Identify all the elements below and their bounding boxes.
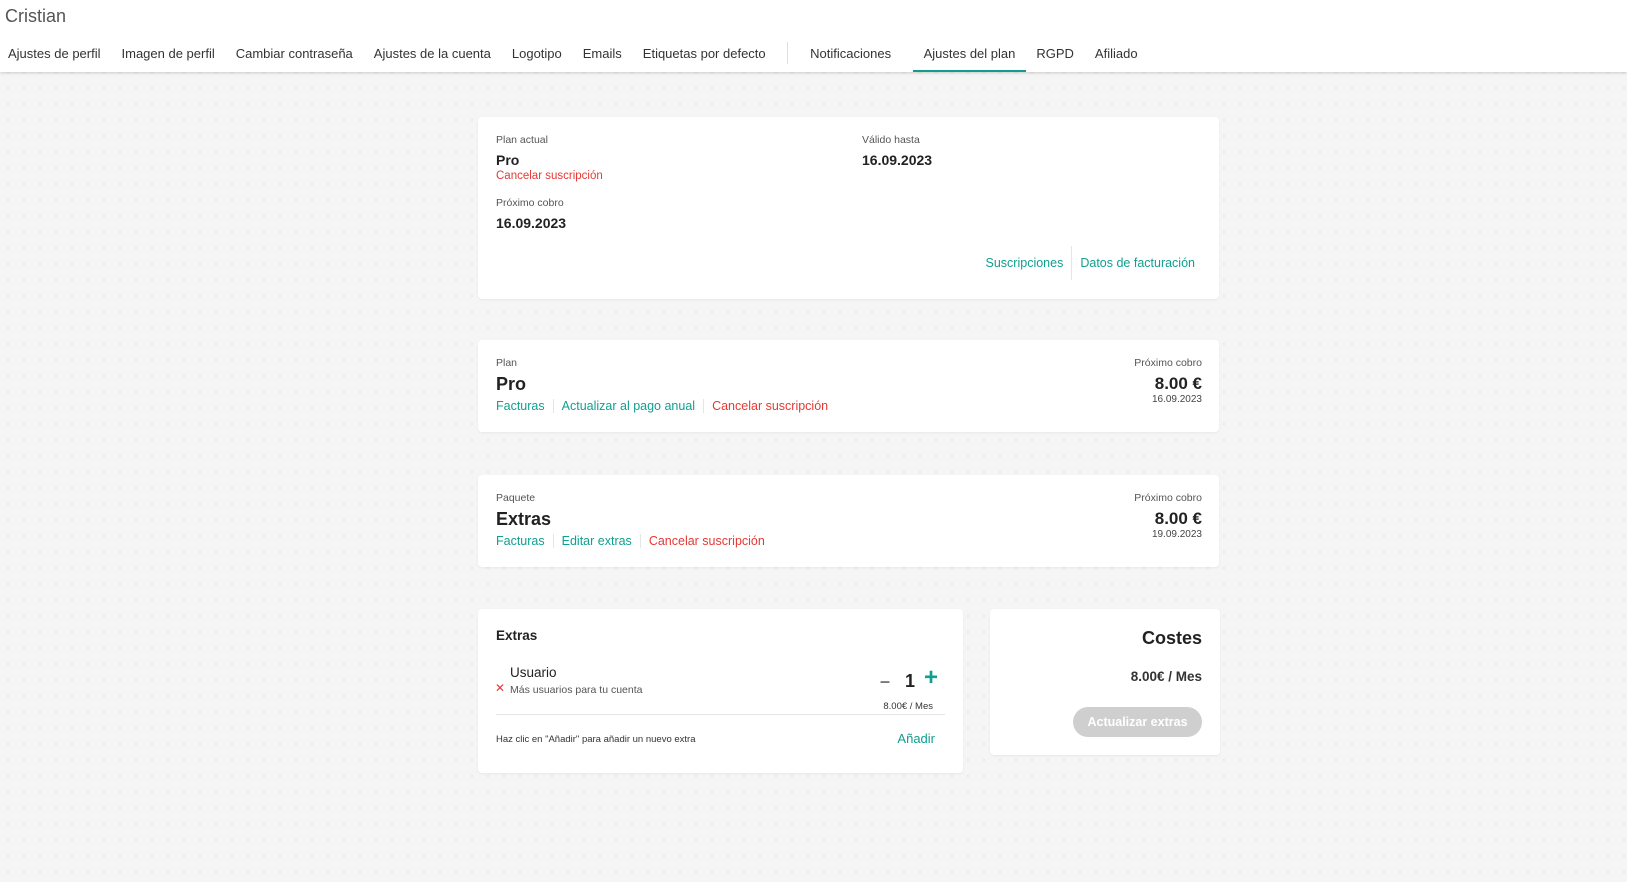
plan-amount: 8.00 € <box>1154 374 1202 393</box>
costs-amount: 8.00€ / Mes <box>1130 669 1202 684</box>
plan-next-charge-label: Próximo cobro <box>1134 357 1202 369</box>
tab-ajustes-de-perfil[interactable]: Ajustes de perfil <box>0 36 111 72</box>
decrease-quantity-icon[interactable]: – <box>880 671 890 692</box>
extra-item-name: Usuario <box>510 665 557 680</box>
extras-divider <box>496 714 945 715</box>
settings-tabs: Ajustes de perfil Imagen de perfil Cambi… <box>0 36 1148 72</box>
valid-until-label: Válido hasta <box>862 134 920 146</box>
link-divider <box>1071 246 1073 280</box>
package-name: Extras <box>496 509 552 529</box>
add-extra-link[interactable]: Añadir <box>897 731 935 746</box>
link-divider <box>703 399 705 413</box>
package-cancel-link[interactable]: Cancelar suscripción <box>649 534 765 548</box>
tab-afiliado[interactable]: Afiliado <box>1084 36 1148 72</box>
plan-card: Plan Pro Facturas Actualizar al pago anu… <box>478 340 1219 432</box>
tab-cambiar-contrasena[interactable]: Cambiar contraseña <box>225 36 363 72</box>
extra-item-description: Más usuarios para tu cuenta <box>510 684 643 696</box>
link-divider <box>552 534 554 548</box>
tab-etiquetas-por-defecto[interactable]: Etiquetas por defecto <box>632 36 776 72</box>
package-amount: 8.00 € <box>1154 509 1202 528</box>
tab-ajustes-de-la-cuenta[interactable]: Ajustes de la cuenta <box>363 36 501 72</box>
package-invoices-link[interactable]: Facturas <box>496 534 545 548</box>
upgrade-annual-link[interactable]: Actualizar al pago anual <box>562 399 695 413</box>
extras-card: Extras Usuario ✕ Más usuarios para tu cu… <box>478 609 963 773</box>
tab-imagen-de-perfil[interactable]: Imagen de perfil <box>111 36 225 72</box>
package-next-charge-label: Próximo cobro <box>1134 492 1202 504</box>
top-header: Cristian Ajustes de perfil Imagen de per… <box>0 0 1627 72</box>
extra-quantity: 1 <box>905 671 916 691</box>
plan-charge-date: 16.09.2023 <box>1151 394 1202 405</box>
update-extras-button[interactable]: Actualizar extras <box>1073 707 1202 737</box>
package-links: Facturas Editar extras Cancelar suscripc… <box>496 534 765 548</box>
tab-divider <box>787 42 789 64</box>
costs-title: Costes <box>1141 628 1202 648</box>
edit-extras-link[interactable]: Editar extras <box>562 534 632 548</box>
summary-links: Suscripciones Datos de facturación <box>986 246 1195 280</box>
tab-logotipo[interactable]: Logotipo <box>501 36 572 72</box>
next-charge-value: 16.09.2023 <box>496 215 567 231</box>
current-plan-value: Pro <box>496 152 520 168</box>
remove-extra-icon[interactable]: ✕ <box>495 681 505 695</box>
cancel-subscription-link[interactable]: Cancelar suscripción <box>496 170 603 182</box>
tab-notificaciones[interactable]: Notificaciones <box>799 36 913 72</box>
tab-ajustes-del-plan[interactable]: Ajustes del plan <box>913 36 1026 72</box>
tab-emails[interactable]: Emails <box>572 36 632 72</box>
add-extra-hint: Haz clic en "Añadir" para añadir un nuev… <box>496 734 696 745</box>
extra-unit-price: 8.00€ / Mes <box>883 701 933 712</box>
costs-card: Costes 8.00€ / Mes Actualizar extras <box>990 609 1220 755</box>
package-charge-date: 19.09.2023 <box>1151 529 1202 540</box>
valid-until-value: 16.09.2023 <box>862 152 933 168</box>
next-charge-label: Próximo cobro <box>496 197 564 209</box>
link-divider <box>552 399 554 413</box>
billing-data-link[interactable]: Datos de facturación <box>1080 256 1195 270</box>
current-plan-label: Plan actual <box>496 134 548 146</box>
plan-summary-card: Plan actual Pro Cancelar suscripción Vál… <box>478 117 1219 299</box>
plan-cancel-link[interactable]: Cancelar suscripción <box>712 399 828 413</box>
tab-rgpd[interactable]: RGPD <box>1026 36 1085 72</box>
plan-invoices-link[interactable]: Facturas <box>496 399 545 413</box>
link-divider <box>639 534 641 548</box>
plan-name: Pro <box>496 374 527 394</box>
subscriptions-link[interactable]: Suscripciones <box>986 256 1064 270</box>
plan-links: Facturas Actualizar al pago anual Cancel… <box>496 399 828 413</box>
package-label: Paquete <box>496 492 536 504</box>
package-card: Paquete Extras Facturas Editar extras Ca… <box>478 475 1219 567</box>
increase-quantity-icon[interactable]: + <box>924 666 938 690</box>
user-name: Cristian <box>5 6 67 26</box>
plan-label: Plan <box>496 357 518 369</box>
extras-title: Extras <box>496 628 538 643</box>
